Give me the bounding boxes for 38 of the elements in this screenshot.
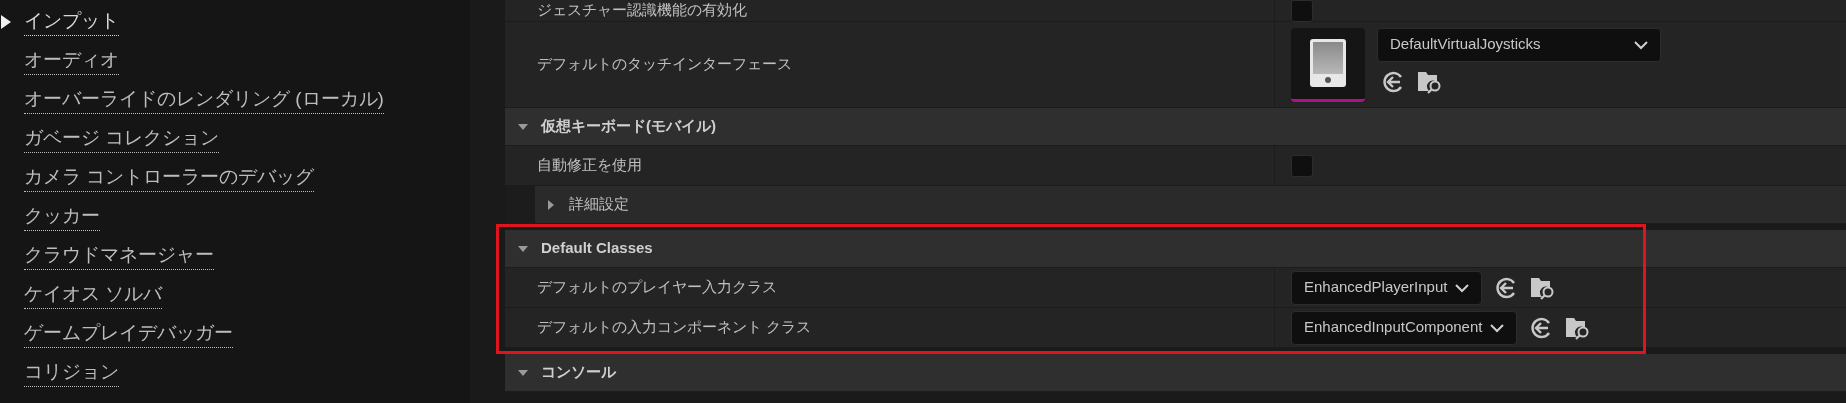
sidebar-link[interactable]: クラウドマネージャー bbox=[24, 240, 214, 271]
property-label: デフォルトのプレイヤー入力クラス bbox=[537, 277, 777, 298]
sidebar-link[interactable]: コリジョン bbox=[24, 357, 119, 388]
sidebar-link[interactable]: オーディオ bbox=[24, 45, 119, 76]
property-label: 自動修正を使用 bbox=[537, 155, 642, 176]
checkbox[interactable] bbox=[1291, 0, 1313, 22]
property-label: ジェスチャー認識機能の有効化 bbox=[537, 0, 747, 21]
sidebar-link[interactable]: インプット bbox=[24, 6, 119, 37]
checkbox[interactable] bbox=[1291, 154, 1313, 177]
asset-dropdown[interactable]: DefaultVirtualJoysticks bbox=[1377, 27, 1661, 62]
tablet-icon bbox=[1310, 39, 1346, 87]
asset-name: EnhancedPlayerInput bbox=[1304, 277, 1448, 298]
asset-dropdown[interactable]: EnhancedPlayerInput bbox=[1291, 270, 1483, 305]
chevron-down-icon bbox=[1490, 322, 1505, 333]
sidebar-link[interactable]: ケイオス ソルバ bbox=[24, 279, 163, 310]
category-title: Default Classes bbox=[541, 238, 653, 259]
category-title: コンソール bbox=[541, 362, 616, 383]
sidebar-link[interactable]: カメラ コントローラーのデバッグ bbox=[24, 162, 315, 193]
property-label: デフォルトのタッチインターフェース bbox=[537, 54, 792, 75]
category-header[interactable]: 仮想キーボード(モバイル) bbox=[505, 108, 1846, 146]
asset-name: DefaultVirtualJoysticks bbox=[1390, 34, 1541, 55]
subcategory-title: 詳細設定 bbox=[569, 194, 629, 215]
chevron-down-icon bbox=[1634, 39, 1648, 50]
subcategory-header[interactable]: 詳細設定 bbox=[535, 186, 1846, 223]
folder-search-icon[interactable] bbox=[1417, 69, 1443, 94]
category-header[interactable]: Default Classes bbox=[505, 230, 1846, 268]
category-header[interactable]: コンソール bbox=[505, 354, 1846, 392]
property-label: デフォルトの入力コンポーネント クラス bbox=[537, 317, 812, 338]
sidebar-link[interactable]: ゲームプレイデバッガー bbox=[24, 318, 233, 349]
use-selected-arrow-icon[interactable] bbox=[1381, 69, 1405, 94]
asset-thumbnail[interactable] bbox=[1291, 27, 1365, 102]
sidebar-link[interactable]: ガベージ コレクション bbox=[24, 123, 220, 154]
category-title: 仮想キーボード(モバイル) bbox=[541, 116, 716, 137]
sidebar-link[interactable]: オーバーライドのレンダリング (ローカル) bbox=[24, 84, 384, 115]
asset-name: EnhancedInputComponent bbox=[1304, 317, 1483, 338]
chevron-down-icon bbox=[1455, 282, 1470, 293]
asset-dropdown[interactable]: EnhancedInputComponent bbox=[1291, 310, 1518, 345]
sidebar-link[interactable]: クッカー bbox=[24, 201, 100, 232]
